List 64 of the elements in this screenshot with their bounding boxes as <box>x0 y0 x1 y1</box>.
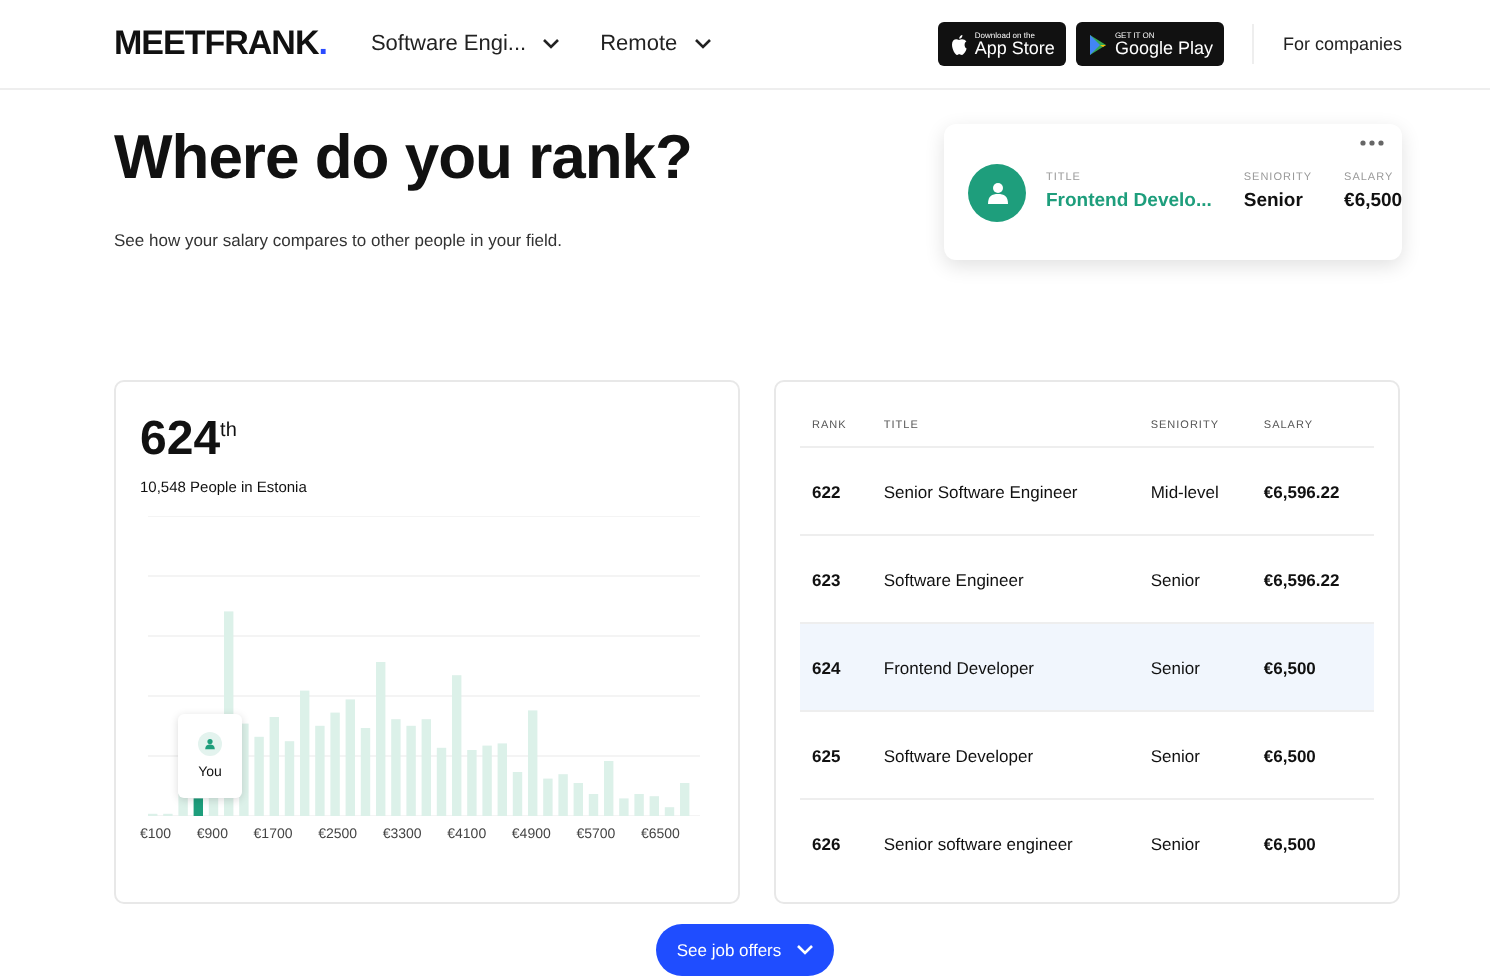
play-icon <box>1088 33 1109 55</box>
histogram-bar <box>315 725 325 816</box>
histogram-bar <box>284 741 295 816</box>
histogram-bar <box>421 719 431 816</box>
histogram-bar <box>649 796 659 816</box>
histogram-bar <box>391 719 401 816</box>
filter-dropdown[interactable]: Remote <box>600 32 712 56</box>
table-cell: €6,500 <box>1251 623 1374 711</box>
table-cell: Software Developer <box>871 711 1139 799</box>
table-cell: 624 <box>800 623 872 711</box>
table-cell: Senior <box>1138 711 1252 799</box>
logo[interactable]: MEETFRANK. <box>114 24 327 64</box>
more-icon[interactable] <box>1360 140 1384 146</box>
histogram-bar <box>619 798 629 816</box>
histogram-bar <box>558 774 568 816</box>
histogram-bar <box>680 783 690 816</box>
companies-link[interactable]: For companies <box>1282 34 1402 54</box>
histogram-bar <box>193 798 203 816</box>
page-title: Where do you rank? <box>114 122 692 194</box>
table-cell: Senior Software Engineer <box>871 447 1139 535</box>
table-cell: Senior software engineer <box>871 799 1139 886</box>
histogram-bar <box>664 807 675 816</box>
histogram-bar <box>452 675 462 816</box>
chevron-down-icon <box>693 38 712 50</box>
apple-icon <box>950 33 969 55</box>
histogram-bar <box>269 717 279 816</box>
histogram-bar <box>512 772 523 816</box>
avatar <box>968 163 1026 221</box>
rank-number: 624$^{th}$ <box>140 412 239 468</box>
column-value: Senior <box>1243 190 1305 212</box>
person-icon <box>198 732 222 756</box>
table-cell: 622 <box>800 447 872 535</box>
histogram-bar <box>345 699 355 816</box>
table-cell: €6,596.22 <box>1251 447 1374 535</box>
histogram-bar <box>543 778 553 816</box>
histogram-bar <box>497 743 507 816</box>
histogram-bar <box>482 745 492 816</box>
table-cell: Senior <box>1138 623 1252 711</box>
see-job-offers-button[interactable]: See job offers <box>656 924 834 976</box>
histogram-bar <box>254 736 264 816</box>
histogram-bar <box>467 750 477 816</box>
table-cell: Senior <box>1138 799 1252 886</box>
table-cell: €6,500 <box>1251 799 1374 886</box>
table-cell: Frontend Developer <box>871 623 1139 711</box>
filter-dropdown[interactable]: Software Engi... <box>370 32 561 56</box>
chevron-down-icon <box>795 944 814 956</box>
histogram-bar <box>528 710 538 816</box>
table-cell: Mid-level <box>1138 447 1252 535</box>
histogram-bar <box>360 728 371 816</box>
subtitle: See how your salary compares to other people in your field. <box>114 230 564 250</box>
histogram-bar <box>436 747 447 816</box>
histogram-bar <box>588 794 599 816</box>
histogram-bar <box>300 690 310 816</box>
histogram-bar <box>604 761 614 816</box>
column-value: Frontend Develo... <box>1046 190 1212 212</box>
histogram-bar <box>330 712 340 816</box>
table-cell: €6,500 <box>1251 711 1374 799</box>
chevron-down-icon <box>542 38 561 50</box>
table-cell: 625 <box>800 711 872 799</box>
histogram-bar <box>573 783 583 816</box>
histogram-bar <box>406 725 416 816</box>
column-value: €6,500 <box>1344 190 1403 212</box>
table-cell: 626 <box>800 799 872 886</box>
histogram-bar <box>634 794 644 816</box>
